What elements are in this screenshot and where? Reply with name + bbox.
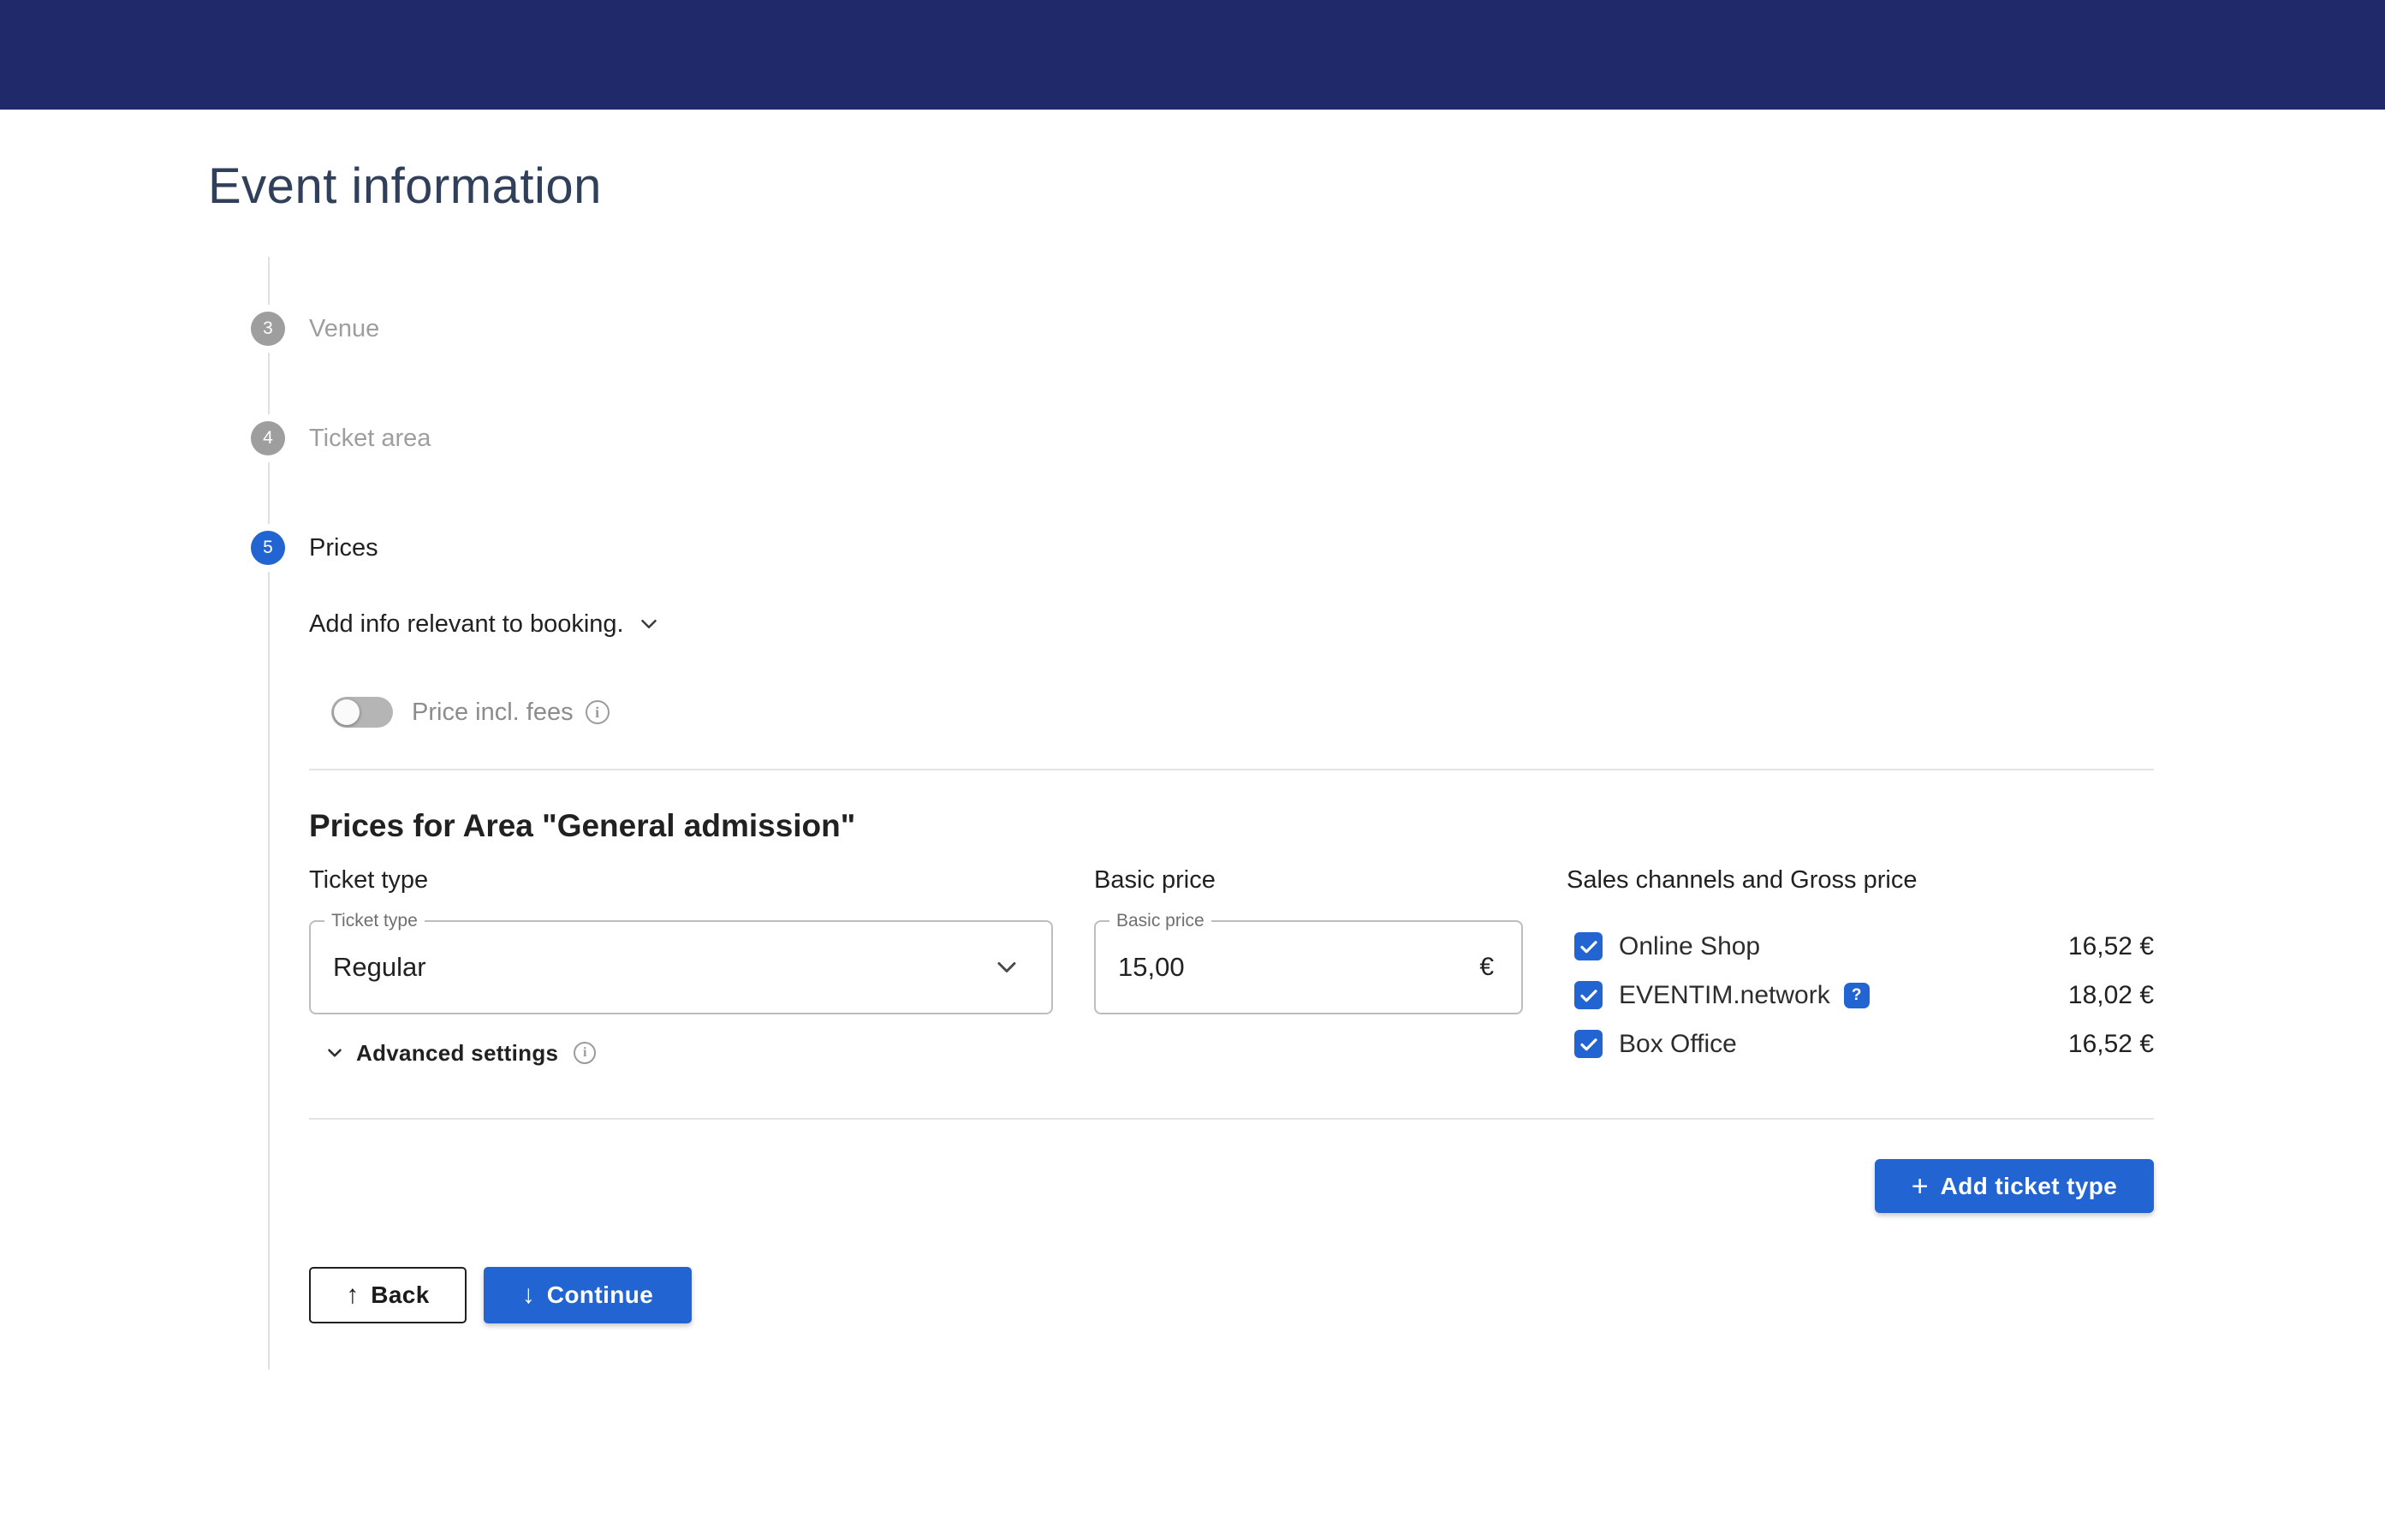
back-button[interactable]: ↑ Back xyxy=(309,1267,467,1323)
step-number-badge: 4 xyxy=(251,421,285,455)
column-header-sales-channels: Sales channels and Gross price xyxy=(1567,866,1917,895)
add-ticket-type-label: Add ticket type xyxy=(1941,1173,2118,1200)
stepper-step-prices[interactable]: 5 Prices xyxy=(251,531,378,565)
basic-price-input[interactable]: Basic price 15,00 € xyxy=(1094,920,1523,1014)
sales-channel-row-eventim-network: EVENTIM.network ? 18,02 € xyxy=(1574,971,2154,1020)
section-divider xyxy=(309,1118,2154,1120)
step-label: Prices xyxy=(309,534,378,562)
channel-label: EVENTIM.network xyxy=(1619,981,1830,1010)
continue-button-label: Continue xyxy=(547,1281,654,1309)
ticket-type-select-value: Regular xyxy=(333,922,426,1013)
checkbox-checked-icon[interactable] xyxy=(1574,932,1603,960)
checkbox-checked-icon[interactable] xyxy=(1574,1030,1603,1058)
chevron-down-icon xyxy=(636,611,662,637)
booking-info-expander[interactable]: Add info relevant to booking. xyxy=(309,604,662,645)
stepper-step-ticket-area[interactable]: 4 Ticket area xyxy=(251,421,431,455)
step-number-badge: 3 xyxy=(251,312,285,346)
currency-symbol: € xyxy=(1479,922,1494,1013)
basic-price-input-value: 15,00 xyxy=(1118,922,1185,1013)
ticket-type-select[interactable]: Ticket type Regular xyxy=(309,920,1053,1014)
price-incl-fees-label: Price incl. fees xyxy=(412,699,574,727)
advanced-settings-label: Advanced settings xyxy=(356,1040,558,1067)
channel-gross-price: 16,52 € xyxy=(2068,1030,2154,1059)
chevron-down-icon xyxy=(991,952,1022,983)
channel-gross-price: 18,02 € xyxy=(2068,981,2154,1010)
event-wizard-page: Event information 3 Venue 4 Ticket area … xyxy=(0,0,2385,1540)
channel-label: Online Shop xyxy=(1619,932,1760,961)
section-divider xyxy=(309,769,2154,770)
step-label: Venue xyxy=(309,315,379,343)
price-incl-fees-toggle[interactable] xyxy=(331,697,393,728)
step-number-badge: 5 xyxy=(251,531,285,565)
arrow-up-icon: ↑ xyxy=(346,1282,359,1308)
toggle-knob xyxy=(334,699,360,725)
column-header-ticket-type: Ticket type xyxy=(309,866,428,895)
price-incl-fees-row: Price incl. fees i xyxy=(331,693,610,731)
chevron-down-icon xyxy=(324,1042,346,1064)
help-icon[interactable]: ? xyxy=(1844,983,1870,1008)
info-icon[interactable]: i xyxy=(586,700,610,724)
stepper-step-venue[interactable]: 3 Venue xyxy=(251,312,379,346)
advanced-settings-expander[interactable]: Advanced settings i xyxy=(324,1036,596,1070)
app-header xyxy=(0,0,2385,110)
sales-channel-row-online-shop: Online Shop 16,52 € xyxy=(1574,922,2154,971)
sales-channel-row-box-office: Box Office 16,52 € xyxy=(1574,1020,2154,1068)
add-ticket-type-button[interactable]: + Add ticket type xyxy=(1875,1159,2154,1213)
page-title: Event information xyxy=(208,158,602,215)
checkbox-checked-icon[interactable] xyxy=(1574,981,1603,1009)
info-icon[interactable]: i xyxy=(574,1042,596,1064)
booking-info-label: Add info relevant to booking. xyxy=(309,610,624,639)
plus-icon: + xyxy=(1912,1172,1929,1201)
continue-button[interactable]: ↓ Continue xyxy=(484,1267,692,1323)
arrow-down-icon: ↓ xyxy=(522,1282,535,1308)
channel-label: Box Office xyxy=(1619,1030,1737,1059)
sales-channels-list: Online Shop 16,52 € EVENTIM.network ? 18… xyxy=(1574,922,2154,1068)
column-header-basic-price: Basic price xyxy=(1094,866,1216,895)
prices-area-title: Prices for Area "General admission" xyxy=(309,808,855,844)
step-label: Ticket area xyxy=(309,425,431,453)
back-button-label: Back xyxy=(371,1281,430,1309)
channel-gross-price: 16,52 € xyxy=(2068,932,2154,961)
